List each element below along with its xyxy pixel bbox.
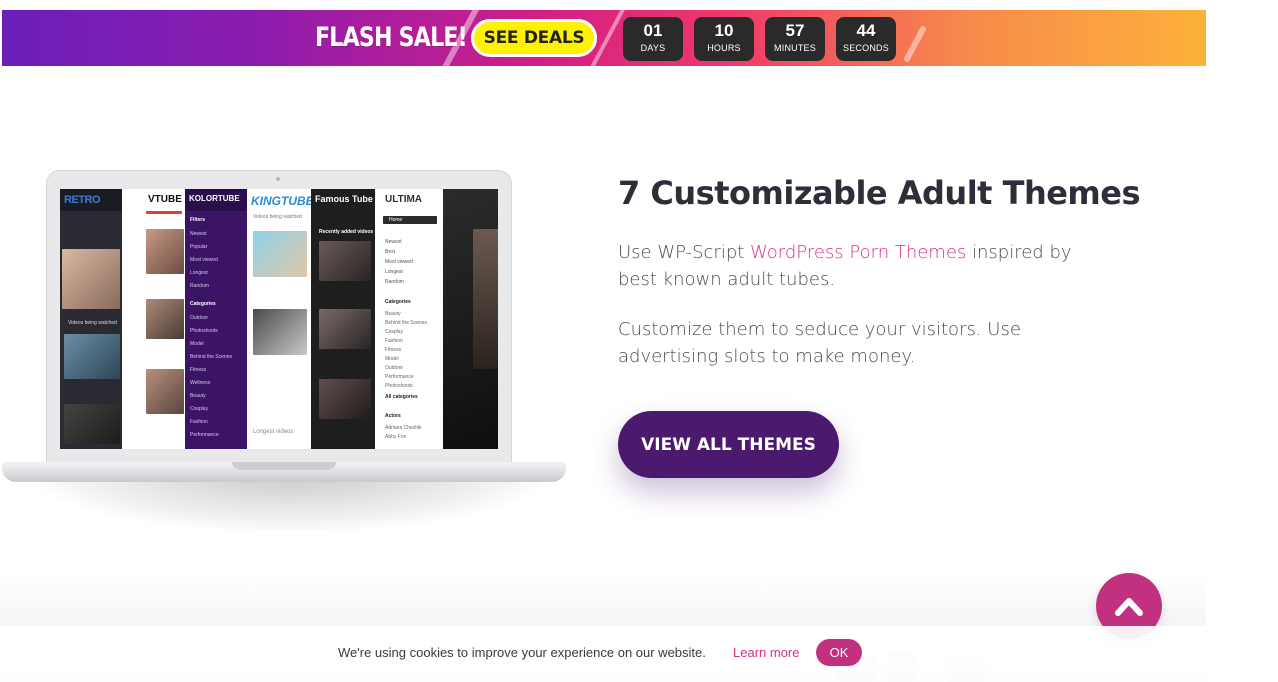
category-item: Outdoor: [190, 315, 209, 321]
countdown-unit: MINUTES: [774, 43, 816, 53]
theme-preview-vtube: VTUBE: [122, 189, 185, 449]
category-item: Cosplay: [190, 406, 209, 412]
theme-preview-dark: [443, 189, 498, 449]
theme-logo: KINGTUBE: [251, 194, 311, 208]
theme-logo: RETRO: [60, 189, 122, 211]
countdown-unit: SECONDS: [843, 43, 889, 53]
category-item: Cosplay: [385, 329, 404, 335]
theme-preview-kingtube: KINGTUBE Videos being watched Longest vi…: [247, 189, 311, 449]
theme-logo: KOLORTUBE: [185, 189, 247, 211]
countdown-value: 57: [785, 21, 805, 40]
category-item: Wellness: [190, 380, 211, 386]
countdown-value: 44: [856, 21, 876, 40]
theme-logo: ULTIMA: [385, 194, 423, 205]
category-item: Model: [190, 341, 204, 347]
filter-item: Best: [385, 249, 396, 255]
countdown-minutes: 57 MINUTES: [765, 17, 825, 61]
filter-item: Longest: [385, 269, 403, 275]
section-label: Videos being watched: [253, 214, 302, 220]
countdown-unit: HOURS: [707, 43, 741, 53]
countdown-value: 10: [714, 21, 734, 40]
countdown-hours: 10 HOURS: [694, 17, 754, 61]
category-item: Performance: [385, 374, 414, 380]
video-thumbnail: [146, 299, 184, 339]
view-all-themes-button[interactable]: VIEW ALL THEMES: [618, 411, 839, 478]
section-label: Videos being watched: [68, 320, 117, 326]
video-thumbnail: [146, 369, 184, 414]
countdown-unit: DAYS: [640, 43, 666, 53]
flash-sale-banner[interactable]: FLASH SALE! SEE DEALS 01 DAYS 10 HOURS 5…: [2, 10, 1206, 66]
category-item: Behind the Scenes: [190, 354, 232, 360]
cookie-learn-more-link[interactable]: Learn more: [733, 645, 799, 660]
video-thumbnail: [319, 309, 371, 349]
flash-sale-title: FLASH SALE!: [315, 22, 468, 53]
video-thumbnail: [253, 309, 307, 355]
cookie-ok-button[interactable]: OK: [816, 639, 862, 666]
category-item: Photoshoots: [190, 328, 218, 334]
actors-label: Actors: [385, 413, 401, 419]
video-thumbnail: [319, 241, 371, 281]
theme-preview-retro: RETRO Videos being watched: [60, 189, 122, 449]
category-item: Performance: [190, 432, 219, 438]
filter-item: Most viewed: [190, 257, 218, 263]
filters-label: Filters: [190, 217, 206, 223]
section-title: 7 Customizable Adult Themes: [618, 174, 1141, 212]
category-item: Fashion: [385, 338, 403, 344]
theme-logo: Famous Tube: [315, 194, 373, 204]
category-item: Photoshoots: [385, 383, 413, 389]
category-item: Outdoor: [385, 365, 404, 371]
video-thumbnail: [64, 404, 120, 444]
category-item: Fashion: [190, 419, 208, 425]
video-thumbnail: [473, 229, 498, 369]
wordpress-porn-themes-link[interactable]: WordPress Porn Themes: [750, 242, 966, 263]
see-deals-button[interactable]: SEE DEALS: [471, 19, 597, 57]
filter-item: Most viewed: [385, 259, 413, 265]
actor-item: Abby Fox: [385, 434, 407, 440]
filter-item: Random: [385, 279, 404, 285]
filter-item: Newest: [190, 231, 207, 237]
filter-item: Random: [190, 283, 209, 289]
laptop-camera: [276, 177, 280, 181]
countdown-seconds: 44 SECONDS: [836, 17, 896, 61]
category-item: Model: [385, 356, 399, 362]
categories-label: Categories: [190, 301, 216, 307]
actor-item: Adriana Chechik: [385, 425, 422, 431]
category-item: Fitness: [385, 347, 402, 353]
countdown-days: 01 DAYS: [623, 17, 683, 61]
themes-preview-screen: RETRO Videos being watched VTUBE KOLORTU…: [60, 189, 498, 449]
nav-bar: [146, 211, 182, 214]
categories-label: Categories: [385, 299, 411, 305]
category-item: Beauty: [385, 311, 401, 317]
section-label: Recently added videos: [319, 229, 374, 235]
laptop-notch: [232, 462, 336, 470]
filter-item: Longest: [190, 270, 208, 276]
category-item: Beauty: [190, 393, 206, 399]
countdown-value: 01: [643, 21, 663, 40]
video-thumbnail: [62, 249, 120, 309]
category-item: Behind the Scenes: [385, 320, 427, 326]
theme-logo: VTUBE: [148, 194, 182, 205]
video-thumbnail: [64, 334, 120, 379]
customize-paragraph: Customize them to seduce your visitors. …: [618, 319, 1021, 367]
cookie-message: We're using cookies to improve your expe…: [338, 645, 706, 660]
video-thumbnail: [146, 229, 184, 274]
theme-preview-kolortube: KOLORTUBE Filters Newest Popular Most vi…: [185, 189, 247, 449]
filter-item: Newest: [385, 239, 402, 245]
home-label: Home: [389, 217, 403, 223]
theme-preview-famous-tube: Famous Tube Recently added videos: [311, 189, 375, 449]
intro-text: Use WP-Script: [618, 242, 751, 263]
category-item: All categories: [385, 394, 418, 400]
video-thumbnail: [253, 231, 307, 277]
filter-item: Popular: [190, 244, 208, 250]
video-thumbnail: [319, 379, 371, 419]
section-label: Longest videos: [253, 429, 294, 435]
chevron-up-icon: [1115, 598, 1143, 616]
decorative-streak: [902, 24, 928, 64]
intro-paragraph: Use WP-Script WordPress Porn Themes insp…: [618, 239, 1078, 293]
theme-preview-ultima: ULTIMA Home Newest Best Most viewed Long…: [375, 189, 443, 449]
category-item: Fitness: [190, 367, 207, 373]
